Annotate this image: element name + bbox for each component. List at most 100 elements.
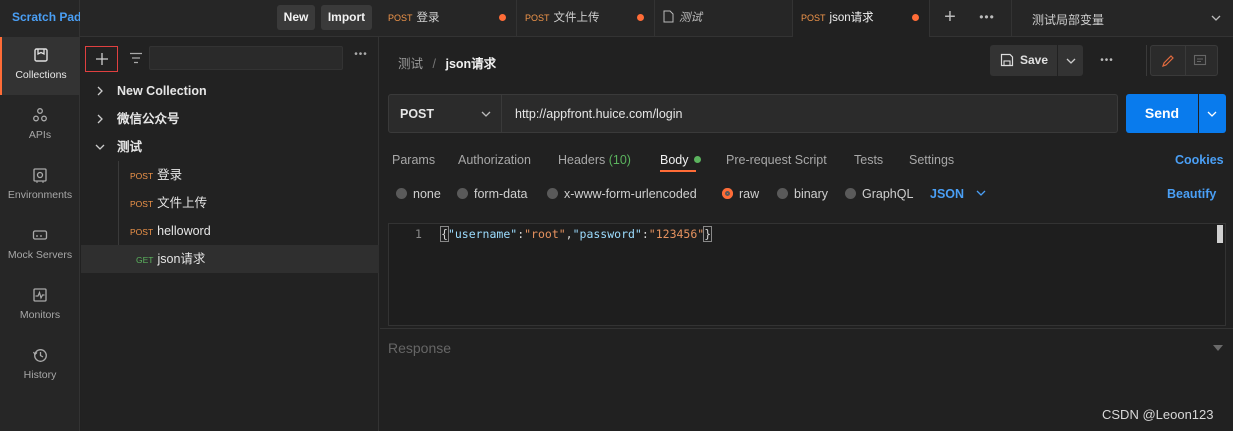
tab-params[interactable]: Params [392,150,435,170]
breadcrumb-separator: / [432,57,436,71]
tab-file-upload[interactable]: POST 文件上传 [517,0,655,37]
caret-down-icon[interactable] [1213,345,1223,351]
nav-environments[interactable]: Environments [0,157,80,215]
search-input[interactable] [149,46,343,70]
divider [380,328,1233,329]
new-tab-button[interactable]: + [930,0,970,37]
app-title[interactable]: Scratch Pad [0,0,81,34]
collection-row[interactable]: New Collection [81,77,379,105]
request-more-button[interactable]: ••• [1093,51,1121,71]
body-type-raw[interactable]: raw [722,186,759,202]
tab-body[interactable]: Body [660,150,701,170]
create-collection-button[interactable] [85,46,118,72]
body-type-label: raw [739,187,760,201]
filter-icon[interactable] [129,52,143,64]
left-nav-rail: Scratch Pad Collections APIs Environment… [0,0,81,431]
request-row[interactable]: GET json请求 [81,245,379,273]
nav-history[interactable]: History [0,337,80,395]
nav-monitors[interactable]: Monitors [0,277,80,335]
environment-selector[interactable]: 测试局部变量 [1011,0,1233,37]
chevron-down-icon [1207,111,1217,117]
radio-icon [547,188,558,199]
save-button[interactable]: Save [990,45,1057,76]
request-name: json请求 [157,252,206,266]
send-options-button[interactable] [1199,94,1226,133]
json-key: "username" [447,227,518,241]
nav-collections[interactable]: Collections [0,37,80,95]
collection-name: 微信公众号 [117,112,180,126]
tab-headers[interactable]: Headers (10) [558,150,631,170]
request-row[interactable]: POST 登录 [81,161,379,189]
nav-mock-servers[interactable]: Mock Servers [0,217,80,275]
request-row[interactable]: POST 文件上传 [81,189,379,217]
json-colon: : [641,227,649,241]
radio-icon [777,188,788,199]
brace-open: { [440,226,449,242]
send-button[interactable]: Send [1126,94,1198,133]
view-toggle[interactable] [1150,45,1218,76]
request-method: POST [130,227,154,237]
tab-label: 文件上传 [553,12,600,24]
json-key: "password" [572,227,642,241]
chevron-down-icon [481,111,491,117]
chevron-down-icon [1211,15,1221,21]
tab-authorization[interactable]: Authorization [458,150,531,170]
brace-close: } [703,226,713,242]
nav-apis[interactable]: APIs [0,97,80,155]
tab-settings[interactable]: Settings [909,150,954,170]
save-options-button[interactable] [1058,45,1083,76]
request-method: POST [130,171,154,181]
body-type-label: binary [794,187,829,201]
nav-monitors-label: Monitors [19,309,61,321]
tab-prerequest-script[interactable]: Pre-request Script [726,150,827,170]
editor-scrollbar[interactable] [1217,225,1223,243]
method-select[interactable]: POST [388,94,502,133]
tab-method: POST [388,13,413,23]
new-button[interactable]: New [277,5,315,30]
apis-icon [33,108,47,122]
beautify-button[interactable]: Beautify [1167,186,1216,202]
chevron-down-icon [976,190,985,196]
body-type-none[interactable]: none [396,186,441,202]
radio-selected-icon [722,188,733,199]
save-icon [1000,53,1014,67]
import-button[interactable]: Import [321,5,372,30]
nav-history-label: History [23,369,57,381]
tab-method: POST [525,13,550,23]
top-bar: New Import POST 登录 POST 文件上传 测试 POST json请求… [80,0,1233,37]
document-icon [663,10,674,23]
body-type-label: none [413,187,441,201]
collections-sidebar: ••• New Collection 微信公众号 测试 POST 登录 POST 文… [81,37,379,431]
cookies-link[interactable]: Cookies [1175,150,1224,170]
request-row[interactable]: POST helloword [81,217,379,245]
raw-format-select[interactable]: JSON [930,186,986,202]
breadcrumb-parent[interactable]: 测试 [398,57,423,71]
unsaved-dot-icon [912,14,919,21]
unsaved-dot-icon [637,14,644,21]
body-type-form-data[interactable]: form-data [457,186,528,202]
tab-more-button[interactable]: ••• [972,0,1002,37]
body-editor[interactable]: 1 {"username":"root","password":"123456"… [388,223,1226,326]
collection-row[interactable]: 测试 [81,133,379,161]
tab-login[interactable]: POST 登录 [380,0,517,37]
sidebar-more-button[interactable]: ••• [349,49,373,67]
collection-row[interactable]: 微信公众号 [81,105,379,133]
tab-json-request[interactable]: POST json请求 [793,0,930,37]
history-icon [32,349,47,362]
body-type-binary[interactable]: binary [777,186,828,202]
json-string: "root" [524,227,566,241]
url-input[interactable]: http://appfront.huice.com/login [502,94,1118,133]
chevron-down-icon [1066,58,1076,64]
tab-headers-label: Headers [558,153,606,167]
body-type-label: x-www-form-urlencoded [564,187,697,201]
response-label: Response [388,340,452,356]
tab-test-collection[interactable]: 测试 [655,0,793,37]
collections-icon [34,48,48,62]
request-method: GET [136,255,154,265]
tab-tests[interactable]: Tests [854,150,883,170]
mock-servers-icon [32,230,48,240]
raw-format-value: JSON [930,187,965,201]
line-number: 1 [415,227,422,241]
body-type-graphql[interactable]: GraphQL [845,186,913,202]
body-type-urlencoded[interactable]: x-www-form-urlencoded [547,186,697,202]
